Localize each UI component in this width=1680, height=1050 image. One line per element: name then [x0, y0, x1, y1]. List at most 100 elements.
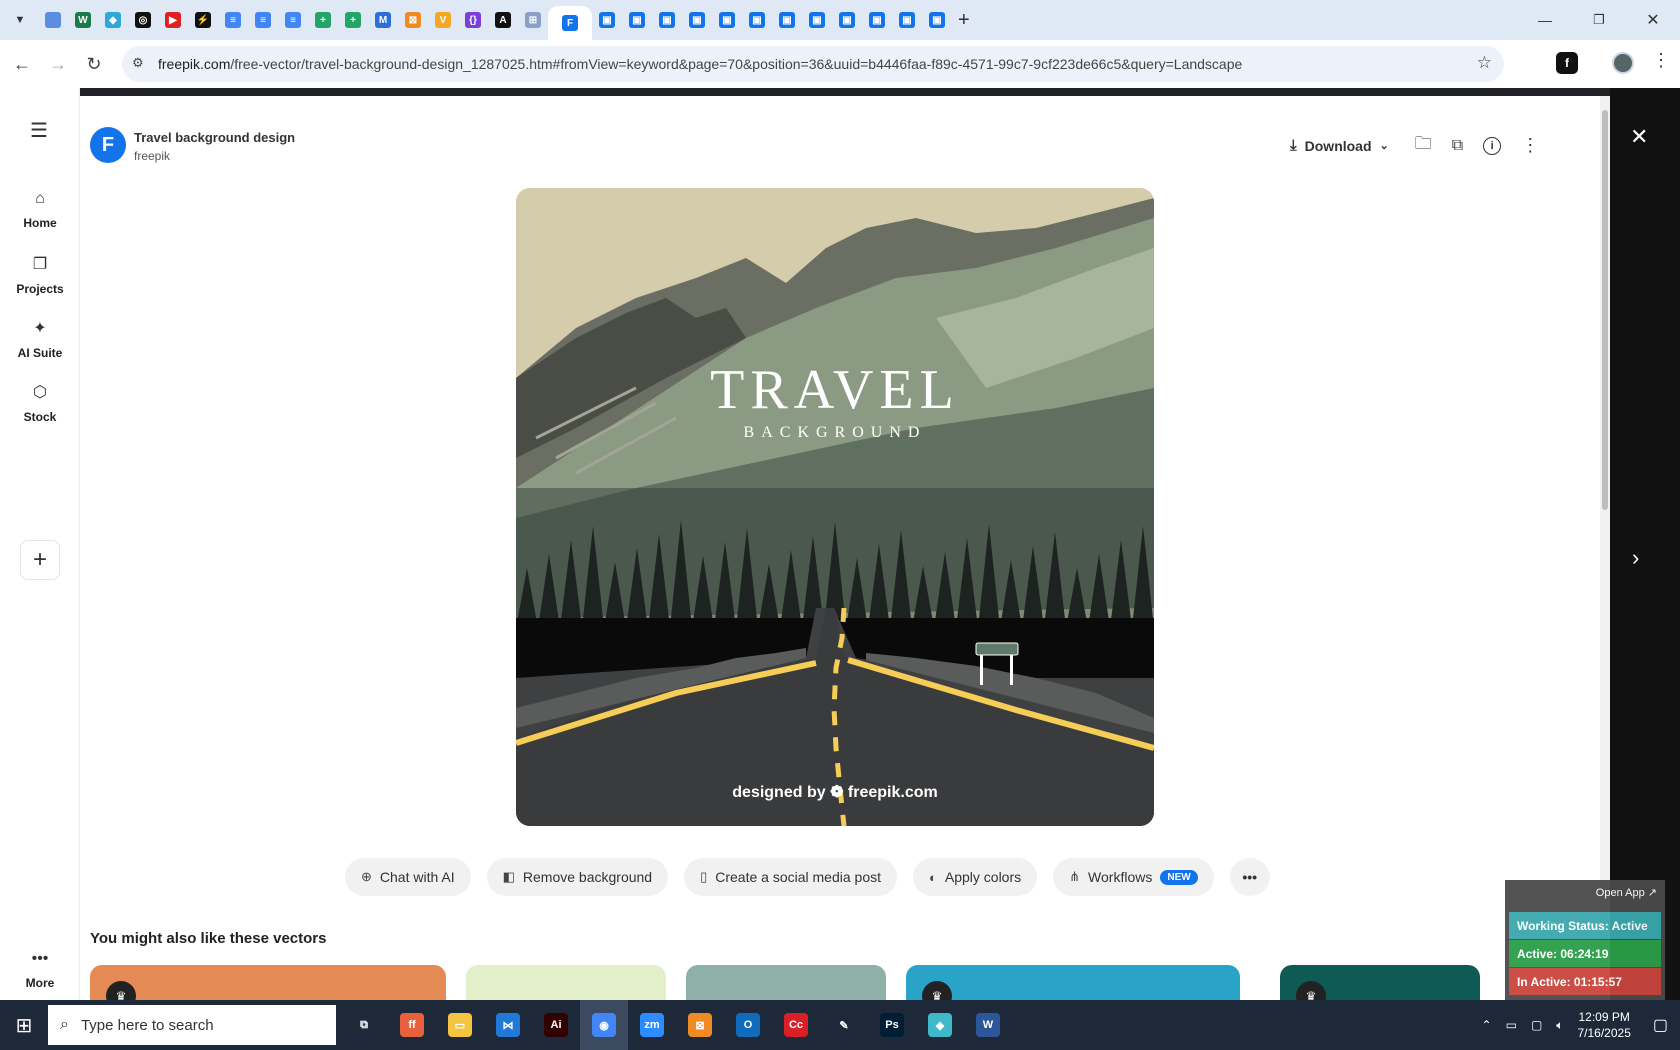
taskbar-app-chrome[interactable]: ◉ — [580, 1000, 628, 1050]
time-tracker-widget: Open App ↗ Working Status: Active Active… — [1505, 880, 1665, 1000]
browser-tab[interactable]: ⊠ — [398, 7, 428, 33]
browser-tab[interactable]: ▶ — [158, 7, 188, 33]
taskbar-app-task-view[interactable]: ⧉ — [340, 1000, 388, 1050]
taskbar-app-creative-cloud[interactable]: Cc — [772, 1000, 820, 1050]
start-button[interactable]: ⊞ — [0, 1000, 48, 1050]
notifications-icon[interactable]: ▢ — [1653, 1015, 1668, 1035]
browser-tab[interactable]: W — [68, 7, 98, 33]
taskbar-app-app-gem[interactable]: ◆ — [916, 1000, 964, 1050]
sidebar-item-ai-suite[interactable]: ✦ AI Suite — [0, 318, 80, 360]
sidebar-item-more[interactable]: ••• More — [0, 950, 80, 990]
browser-tab[interactable]: ▣ — [742, 7, 772, 33]
restore-icon[interactable]: ❐ — [1572, 12, 1626, 28]
bookmark-star-icon[interactable]: ☆ — [1477, 53, 1492, 73]
browser-tab[interactable]: ▣ — [712, 7, 742, 33]
browser-tab[interactable]: ⚡ — [188, 7, 218, 33]
browser-tab[interactable]: ▣ — [622, 7, 652, 33]
related-vector-thumbnail[interactable] — [686, 965, 886, 1000]
info-icon[interactable]: i — [1483, 136, 1502, 155]
browser-tab[interactable]: ▣ — [892, 7, 922, 33]
browser-tab[interactable]: + — [338, 7, 368, 33]
chat-with-ai-button[interactable]: ⊕ Chat with AI — [345, 858, 471, 896]
browser-tab[interactable]: ◆ — [98, 7, 128, 33]
browser-tab[interactable]: F — [548, 6, 592, 40]
browser-tab[interactable]: M — [368, 7, 398, 33]
tab-search-button[interactable]: ▼ — [2, 7, 38, 33]
browser-tab[interactable]: ≡ — [278, 7, 308, 33]
browser-tab[interactable]: ▣ — [802, 7, 832, 33]
workflows-button[interactable]: ⋔ Workflows NEW — [1053, 858, 1214, 896]
back-button[interactable]: ← — [4, 46, 40, 82]
author-logo[interactable]: F — [90, 127, 126, 163]
close-window-icon[interactable]: ✕ — [1626, 10, 1680, 30]
taskbar-app-vscode[interactable]: ⋈ — [484, 1000, 532, 1050]
sidebar-item-stock[interactable]: ⬡ Stock — [0, 382, 80, 424]
minimize-icon[interactable]: — — [1518, 12, 1572, 28]
display-icon[interactable]: ▢ — [1531, 1018, 1542, 1032]
browser-tab[interactable]: ⊞ — [518, 7, 548, 33]
taskbar-app-zoom[interactable]: zm — [628, 1000, 676, 1050]
resource-author[interactable]: freepik — [134, 149, 170, 163]
download-button[interactable]: ⤓ Download ⌄ — [1290, 137, 1389, 154]
browser-tab[interactable] — [38, 7, 68, 33]
browser-tab[interactable]: ▣ — [862, 7, 892, 33]
extension-icon-f[interactable]: f — [1556, 52, 1578, 74]
file-explorer-icon: ▭ — [448, 1013, 472, 1037]
more-actions-button[interactable]: ••• — [1229, 858, 1270, 896]
new-tab-button[interactable]: + — [958, 9, 970, 32]
browser-tab[interactable]: ▣ — [652, 7, 682, 33]
scrollbar-thumb[interactable] — [1602, 110, 1608, 510]
browser-tab[interactable]: ▣ — [772, 7, 802, 33]
browser-tab[interactable]: ≡ — [218, 7, 248, 33]
open-app-link[interactable]: Open App ↗ — [1596, 886, 1657, 899]
browser-tab[interactable]: V — [428, 7, 458, 33]
preview-image[interactable]: TRAVEL BACKGROUND designed by ❁ freepik.… — [516, 188, 1154, 826]
related-vector-thumbnail[interactable]: ♛ — [906, 965, 1240, 1000]
taskbar-app-outlook[interactable]: O — [724, 1000, 772, 1050]
browser-menu-icon[interactable]: ⋮ — [1652, 50, 1670, 71]
browser-tab[interactable]: ◎ — [128, 7, 158, 33]
browser-tab[interactable]: ▣ — [592, 7, 622, 33]
sidebar-item-projects[interactable]: ❐ Projects — [0, 254, 80, 296]
save-to-folder-icon[interactable]: 🗀 — [1415, 131, 1432, 160]
reload-button[interactable]: ↻ — [76, 46, 112, 82]
add-button[interactable]: + — [20, 540, 60, 580]
related-vector-thumbnail[interactable]: ♛ — [1280, 965, 1480, 1000]
apply-colors-button[interactable]: ◐ Apply colors — [913, 858, 1038, 896]
taskbar-search-box[interactable]: ⌕ Type here to search — [48, 1005, 336, 1045]
forward-button[interactable]: → — [40, 46, 76, 82]
hamburger-menu-icon[interactable]: ☰ — [30, 118, 48, 143]
taskbar-app-file-explorer[interactable]: ▭ — [436, 1000, 484, 1050]
taskbar-app-word[interactable]: W — [964, 1000, 1012, 1050]
clock-time: 12:09 PM — [1578, 1010, 1630, 1024]
clock[interactable]: 12:09 PM 7/16/2025 — [1577, 1009, 1630, 1041]
remove-background-button[interactable]: ◧ Remove background — [486, 858, 669, 896]
browser-tab[interactable]: A — [488, 7, 518, 33]
collection-icon[interactable]: ⧉ — [1452, 137, 1463, 155]
related-vector-thumbnail[interactable] — [466, 965, 666, 1000]
network-icon[interactable]: ▭ — [1506, 1018, 1517, 1032]
more-options-icon[interactable]: ⋮ — [1521, 135, 1539, 156]
site-info-icon[interactable]: ⚙ — [132, 55, 144, 71]
browser-tab[interactable]: ▣ — [832, 7, 862, 33]
browser-tab[interactable]: ≡ — [248, 7, 278, 33]
profile-avatar[interactable] — [1612, 52, 1634, 74]
next-resource-icon[interactable]: › — [1632, 545, 1639, 571]
close-modal-icon[interactable]: ✕ — [1630, 124, 1648, 150]
volume-icon[interactable]: 🔈︎ — [1556, 1018, 1563, 1033]
address-bar[interactable]: ⚙ freepik.com/free-vector/travel-backgro… — [122, 46, 1504, 82]
browser-tab[interactable]: {} — [458, 7, 488, 33]
taskbar-app-photoshop[interactable]: Ps — [868, 1000, 916, 1050]
browser-tab[interactable]: ▣ — [922, 7, 952, 33]
premium-crown-icon: ♛ — [922, 981, 952, 1000]
taskbar-app-pen-tool[interactable]: ✎ — [820, 1000, 868, 1050]
tray-overflow-icon[interactable]: ⌃ — [1482, 1018, 1492, 1032]
browser-tab[interactable]: ▣ — [682, 7, 712, 33]
create-a-social-media-post-button[interactable]: ▯ Create a social media post — [684, 858, 898, 896]
sidebar-item-home[interactable]: ⌂ Home — [0, 190, 80, 230]
related-vector-thumbnail[interactable]: ♛ — [90, 965, 446, 1000]
taskbar-app-firefox[interactable]: ff — [388, 1000, 436, 1050]
taskbar-app-illustrator[interactable]: Ai — [532, 1000, 580, 1050]
taskbar-app-xampp[interactable]: ⊠ — [676, 1000, 724, 1050]
browser-tab[interactable]: + — [308, 7, 338, 33]
